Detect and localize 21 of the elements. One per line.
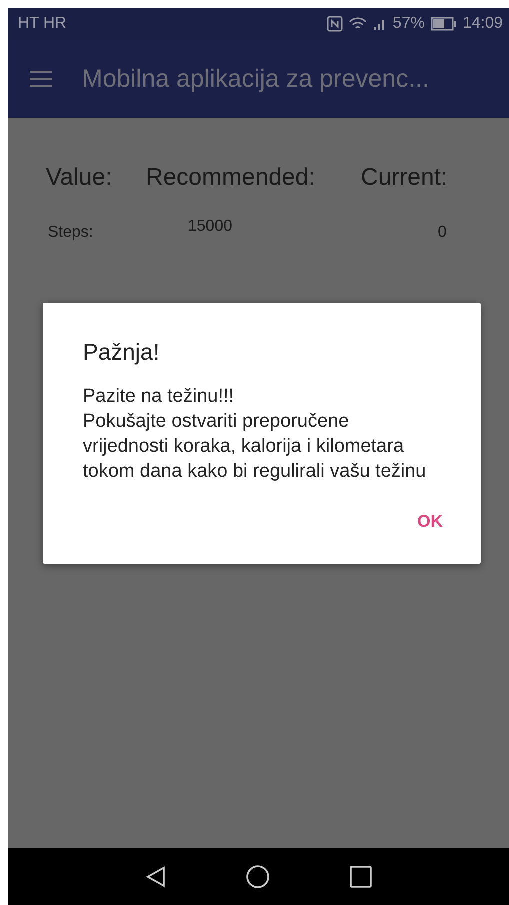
wifi-icon (348, 17, 367, 31)
clock-time: 14:09 (462, 15, 503, 33)
app-title: Mobilna aplikacija za prevenc... (82, 64, 430, 94)
back-icon[interactable] (146, 866, 166, 888)
recommended-value: 15000 (188, 218, 234, 236)
recents-icon[interactable] (350, 866, 372, 888)
column-header: Current: (361, 164, 449, 192)
dialog-message: Pazite na težinu!!! Pokušajte ostvariti preporučene vrijednosti koraka, kalorija i kilometara tokom dana kako bi regulirali vašu težinu (83, 385, 428, 484)
menu-icon[interactable] (30, 71, 52, 87)
row-label: Steps: (48, 224, 94, 242)
dialog-title: Pažnja! (83, 339, 161, 366)
column-header: Recommended: (146, 164, 316, 192)
current-value: 0 (437, 224, 448, 242)
column-header: Value: (46, 164, 114, 192)
home-icon[interactable] (246, 864, 270, 888)
signal-icon (372, 17, 387, 31)
battery-icon (430, 17, 457, 31)
carrier-name: HT HR (18, 15, 67, 33)
ok-button[interactable]: OK (404, 504, 457, 540)
nfc-icon (326, 16, 343, 32)
battery-percent: 57% (392, 15, 425, 33)
